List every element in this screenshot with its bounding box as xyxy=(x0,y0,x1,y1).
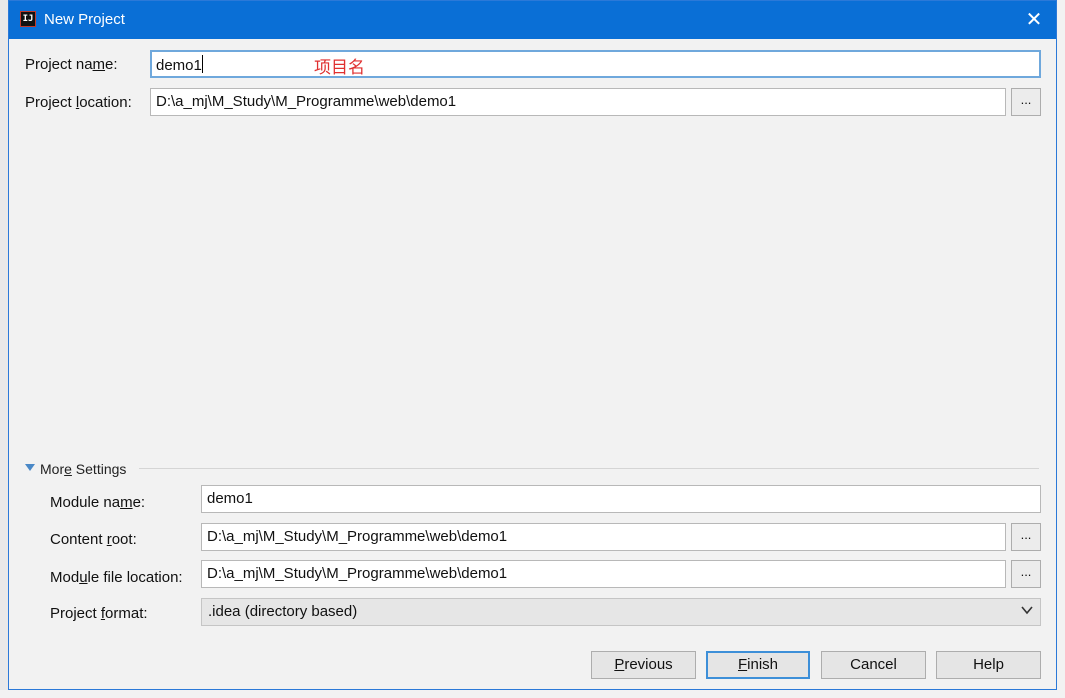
module-file-location-label: Module file location: xyxy=(50,569,183,586)
project-location-input[interactable]: D:\a_mj\M_Study\M_Programme\web\demo1 xyxy=(150,88,1006,116)
content-root-browse-button[interactable]: ... xyxy=(1011,523,1041,551)
text-caret xyxy=(201,55,203,73)
project-name-annotation: 项目名 xyxy=(314,58,365,77)
previous-button[interactable]: Previous xyxy=(591,651,696,679)
intellij-icon: IJ xyxy=(20,11,36,27)
help-button[interactable]: Help xyxy=(936,651,1041,679)
section-divider xyxy=(139,468,1039,469)
project-location-label: Project location: xyxy=(25,94,132,111)
module-name-label: Module name: xyxy=(50,494,146,511)
module-file-location-input[interactable]: D:\a_mj\M_Study\M_Programme\web\demo1 xyxy=(201,560,1006,588)
project-format-label: Project format: xyxy=(50,605,148,622)
more-settings-toggle[interactable]: More Settings xyxy=(40,461,126,477)
expand-arrow-icon[interactable] xyxy=(25,464,35,471)
title-bar[interactable]: IJ New Project ✕ xyxy=(9,1,1056,39)
new-project-dialog: IJ New Project ✕ Project name: demo1 项目名… xyxy=(8,0,1057,690)
project-location-browse-button[interactable]: ... xyxy=(1011,88,1041,116)
background-window-right xyxy=(1057,0,1065,698)
project-name-value: demo1 xyxy=(156,57,202,74)
cancel-button[interactable]: Cancel xyxy=(821,651,926,679)
project-name-label: Project name: xyxy=(25,56,118,73)
module-file-browse-button[interactable]: ... xyxy=(1011,560,1041,588)
content-root-label: Content root: xyxy=(50,531,137,548)
close-icon[interactable]: ✕ xyxy=(1024,9,1044,31)
chevron-down-icon xyxy=(1021,606,1033,615)
content-root-input[interactable]: D:\a_mj\M_Study\M_Programme\web\demo1 xyxy=(201,523,1006,551)
module-name-input[interactable]: demo1 xyxy=(201,485,1041,513)
dialog-title: New Project xyxy=(44,11,125,28)
project-format-value: .idea (directory based) xyxy=(208,603,358,620)
finish-button[interactable]: Finish xyxy=(706,651,810,679)
background-window-bottom xyxy=(0,690,1065,698)
project-format-select[interactable]: .idea (directory based) xyxy=(201,598,1041,626)
project-name-input[interactable]: demo1 xyxy=(150,50,1041,78)
background-window-left xyxy=(0,0,8,698)
